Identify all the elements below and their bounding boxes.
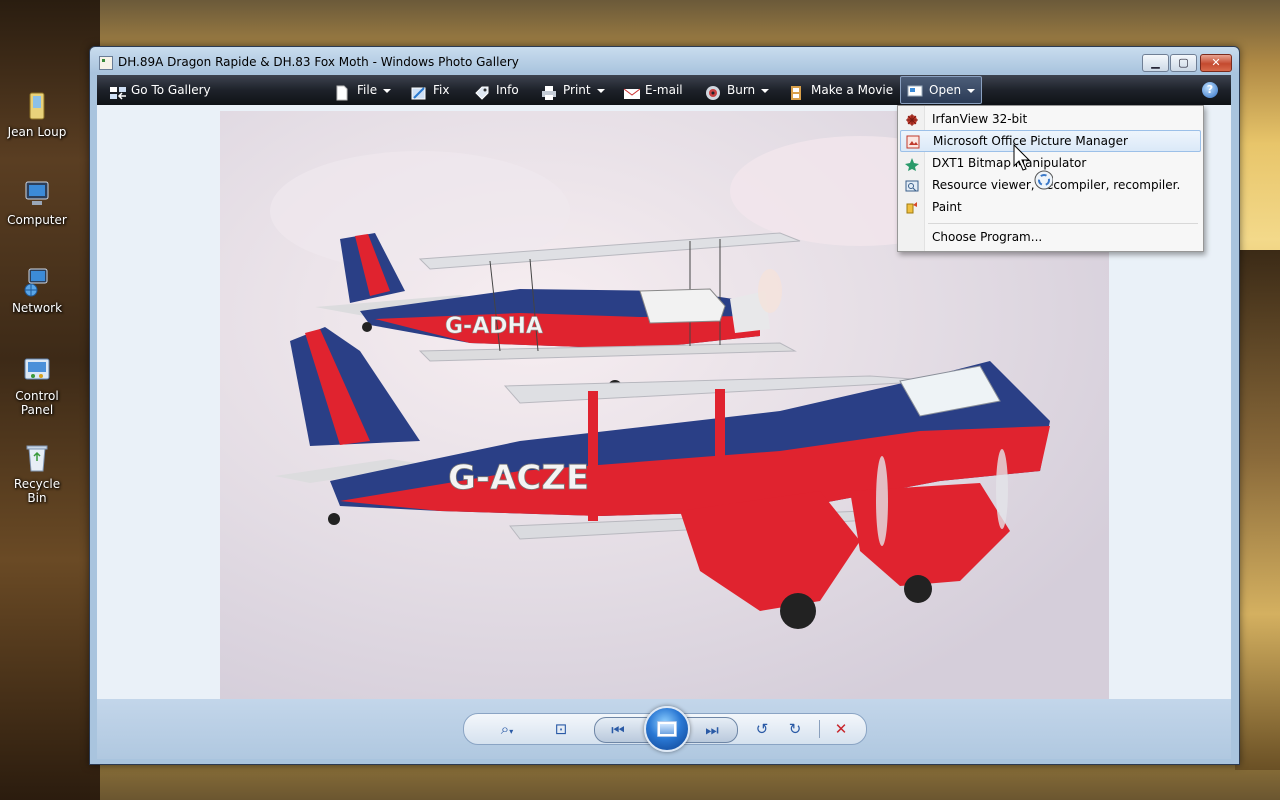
print-label: Print bbox=[563, 83, 591, 97]
magnifier-icon: ⌕ bbox=[500, 720, 510, 738]
menu-separator bbox=[928, 223, 1198, 224]
chevron-down-icon bbox=[596, 88, 605, 93]
next-icon: ⏭ bbox=[705, 721, 719, 739]
printer-icon bbox=[541, 82, 557, 100]
slideshow-icon bbox=[657, 721, 677, 737]
open-with-icon bbox=[907, 82, 923, 98]
delete-icon: ✕ bbox=[834, 720, 848, 738]
resource-viewer-icon bbox=[905, 178, 919, 192]
bitmap-manipulator-icon bbox=[905, 156, 919, 171]
controls-divider bbox=[819, 720, 820, 738]
desktop-icon-control-panel[interactable]: Control Panel bbox=[4, 354, 70, 417]
photo-gallery-app-icon bbox=[99, 56, 113, 70]
desktop-icon-jean-loup[interactable]: Jean Loup bbox=[4, 90, 70, 139]
busy-cursor-icon bbox=[1013, 143, 1054, 190]
email-button[interactable]: E-mail bbox=[623, 75, 683, 105]
desktop-icon-label: Network bbox=[11, 301, 63, 315]
open-label: Open bbox=[929, 83, 962, 97]
file-icon bbox=[335, 82, 351, 100]
gallery-icon bbox=[109, 82, 126, 100]
open-menu-button[interactable]: Open bbox=[900, 76, 983, 104]
maximize-icon: ▢ bbox=[1178, 56, 1189, 69]
film-icon bbox=[789, 82, 805, 100]
fox-moth-registration: G-ADHA bbox=[445, 314, 543, 339]
menu-item-label: Choose Program... bbox=[932, 230, 1043, 244]
recycle-bin-icon bbox=[21, 442, 53, 474]
desktop-icon-label: Recycle Bin bbox=[13, 477, 61, 505]
menu-item-irfanview[interactable]: IrfanView 32-bit bbox=[900, 108, 1199, 130]
menu-item-label: Paint bbox=[932, 200, 962, 214]
desktop-icon-network[interactable]: Network bbox=[4, 266, 70, 315]
menu-item-label: DXT1 Bitmap Manipulator bbox=[932, 156, 1087, 170]
email-label: E-mail bbox=[645, 83, 683, 97]
tag-icon bbox=[474, 82, 490, 100]
delete-button[interactable]: ✕ bbox=[830, 718, 852, 740]
computer-icon bbox=[21, 178, 53, 210]
playback-controls-bar: ⌕▾ ⊡ ⏮ ⏭ ↺ ↻ ✕ bbox=[97, 699, 1231, 759]
close-button[interactable]: ✕ bbox=[1200, 54, 1232, 72]
rotate-counterclockwise-button[interactable]: ↺ bbox=[751, 718, 773, 740]
rotate-clockwise-button[interactable]: ↻ bbox=[784, 718, 806, 740]
chevron-down-icon bbox=[761, 88, 770, 93]
info-button[interactable]: Info bbox=[474, 75, 519, 105]
rotate-ccw-icon: ↺ bbox=[755, 720, 769, 738]
next-button[interactable]: ⏭ bbox=[701, 719, 723, 741]
print-menu-button[interactable]: Print bbox=[541, 75, 605, 105]
info-label: Info bbox=[496, 83, 519, 97]
title-bar[interactable]: DH.89A Dragon Rapide & DH.83 Fox Moth - … bbox=[90, 47, 1239, 75]
help-icon: ? bbox=[1206, 83, 1214, 96]
rotate-cw-icon: ↻ bbox=[788, 720, 802, 738]
go-to-gallery-button[interactable]: Go To Gallery bbox=[109, 75, 211, 105]
desktop-icon-label: Computer bbox=[7, 213, 67, 227]
user-folder-icon bbox=[21, 90, 53, 122]
command-toolbar: Go To Gallery File Fix Info Print E-mail… bbox=[97, 75, 1231, 105]
menu-item-paint[interactable]: Paint bbox=[900, 196, 1199, 218]
fix-label: Fix bbox=[433, 83, 450, 97]
menu-item-label: Resource viewer, decompiler, recompiler. bbox=[932, 178, 1181, 192]
file-menu-button[interactable]: File bbox=[335, 75, 392, 105]
control-panel-icon bbox=[21, 354, 53, 386]
go-to-gallery-label: Go To Gallery bbox=[131, 83, 211, 97]
chevron-down-icon bbox=[383, 88, 392, 93]
previous-icon: ⏮ bbox=[611, 721, 625, 739]
irfanview-icon bbox=[905, 112, 919, 126]
paint-icon bbox=[905, 200, 919, 214]
burn-menu-button[interactable]: Burn bbox=[705, 75, 770, 105]
fix-button[interactable]: Fix bbox=[411, 75, 449, 105]
minimize-icon: ▁ bbox=[1151, 56, 1160, 69]
actual-size-button[interactable]: ⊡ bbox=[550, 718, 572, 740]
zoom-button[interactable]: ⌕▾ bbox=[492, 718, 522, 740]
disc-icon bbox=[705, 82, 721, 100]
help-button[interactable]: ? bbox=[1202, 82, 1218, 98]
slide-show-button[interactable] bbox=[644, 706, 690, 752]
dragon-rapide-registration: G-ACZE bbox=[448, 458, 589, 498]
desktop-icon-recycle-bin[interactable]: Recycle Bin bbox=[4, 442, 70, 505]
burn-label: Burn bbox=[727, 83, 756, 97]
desktop-background-rocks-right bbox=[1235, 250, 1280, 770]
maximize-button[interactable]: ▢ bbox=[1170, 54, 1197, 72]
email-icon bbox=[623, 82, 641, 99]
desktop-icon-label: Control Panel bbox=[15, 389, 59, 417]
desktop-icon-computer[interactable]: Computer bbox=[4, 178, 70, 227]
make-a-movie-button[interactable]: Make a Movie bbox=[789, 75, 893, 105]
menu-item-label: IrfanView 32-bit bbox=[932, 112, 1028, 126]
menu-item-choose-program[interactable]: Choose Program... bbox=[900, 226, 1199, 248]
close-icon: ✕ bbox=[1211, 56, 1221, 69]
minimize-button[interactable]: ▁ bbox=[1142, 54, 1169, 72]
chevron-down-icon bbox=[967, 88, 976, 93]
file-label: File bbox=[357, 83, 378, 97]
window-title: DH.89A Dragon Rapide & DH.83 Fox Moth - … bbox=[118, 55, 519, 69]
network-icon bbox=[21, 266, 53, 298]
desktop-icon-label: Jean Loup bbox=[7, 125, 67, 139]
picture-manager-icon bbox=[906, 135, 920, 149]
fix-icon bbox=[411, 82, 427, 99]
make-a-movie-label: Make a Movie bbox=[811, 83, 894, 97]
navigation-controls: ⌕▾ ⊡ ⏮ ⏭ ↺ ↻ ✕ bbox=[463, 706, 867, 752]
fit-window-icon: ⊡ bbox=[554, 720, 568, 738]
previous-button[interactable]: ⏮ bbox=[607, 719, 629, 741]
